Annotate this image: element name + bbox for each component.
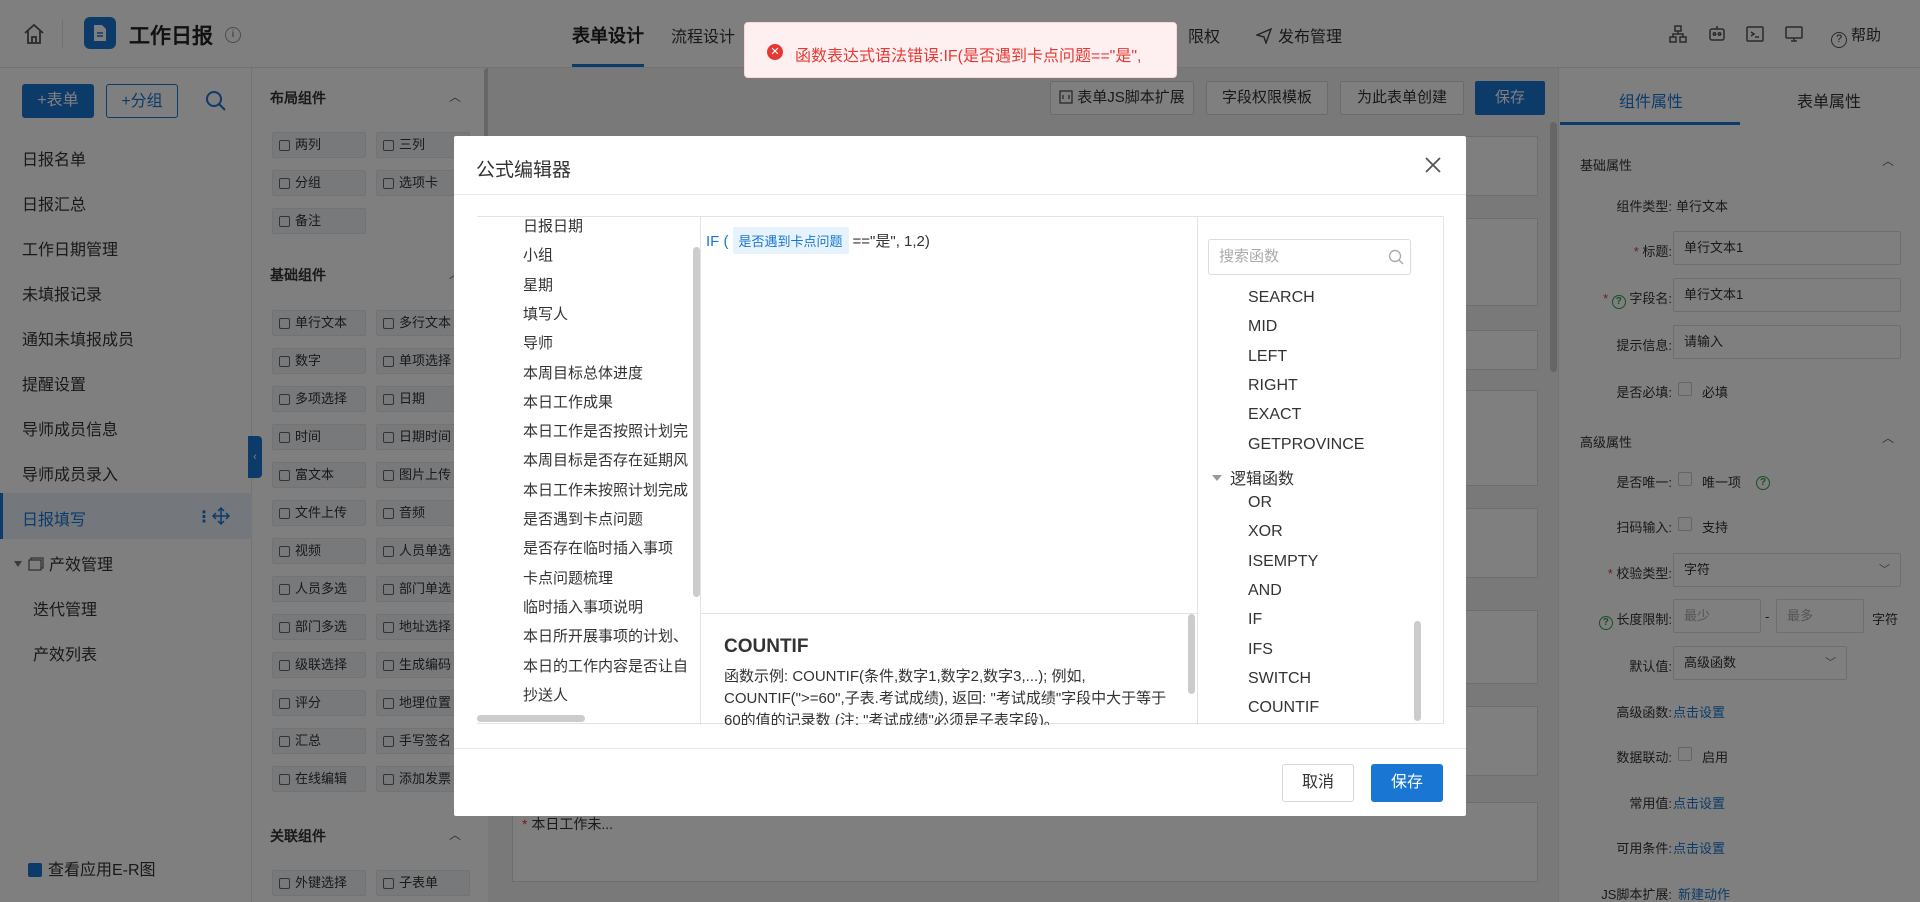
function-item[interactable]: OR [1248,494,1272,512]
field-list-item[interactable]: 填写人 [523,303,568,324]
function-item[interactable]: ISEMPTY [1248,553,1318,571]
formula-function: IF [706,233,720,250]
field-list-item[interactable]: 星期 [523,274,553,295]
field-list-item[interactable]: 临时插入事项说明 [523,596,643,617]
field-list-item[interactable]: 本日所开展事项的计划、 [523,625,688,646]
modal-title: 公式编辑器 [476,160,572,181]
field-list-vscroll[interactable] [693,247,700,597]
function-item[interactable]: COUNTIF [1248,699,1319,717]
toast-message: 函数表达式语法错误:IF(是否遇到卡点问题=="是", [795,48,1142,65]
field-list-item[interactable]: 小组 [523,244,553,265]
function-scrollbar[interactable] [1414,621,1421,721]
function-item[interactable]: GETPROVINCE [1248,436,1364,454]
function-item[interactable]: IFS [1248,641,1273,659]
function-panel: 搜索函数 SEARCH MID LEFT RIGHT EXACT GETPROVINCE 逻… [1197,217,1444,725]
function-item[interactable]: AND [1248,582,1282,600]
field-list-item[interactable]: 卡点问题梳理 [523,567,613,588]
function-search-input[interactable]: 搜索函数 [1208,239,1411,275]
field-list-item[interactable]: 本周目标总体进度 [523,362,643,383]
field-list-item[interactable]: 本日工作是否按照计划完 [523,420,688,441]
save-button[interactable]: 保存 [1371,764,1443,802]
function-item[interactable]: EXACT [1248,406,1301,424]
doc-scrollbar[interactable] [1188,614,1195,694]
doc-title: COUNTIF [724,636,809,657]
formula-input[interactable]: IF (是否遇到卡点问题 =="是", 1,2) [701,217,1197,614]
modal-divider [454,194,1466,195]
field-list-item[interactable]: 是否遇到卡点问题 [523,508,643,529]
field-list: 日报日期小组星期填写人导师本周目标总体进度 本日工作成果本日工作是否按照计划完 本周… [477,217,701,725]
function-item[interactable]: SWITCH [1248,670,1311,688]
modal-footer-divider [454,748,1466,749]
field-list-hscroll[interactable] [477,715,585,722]
function-item[interactable]: LEFT [1248,348,1287,366]
cancel-button[interactable]: 取消 [1282,764,1354,802]
function-group-label: 逻辑函数 [1230,470,1295,488]
formula-rest: =="是", 1,2) [852,233,930,250]
function-item[interactable]: XOR [1248,523,1283,541]
search-icon [1388,249,1404,265]
field-list-item[interactable]: 导师 [523,332,553,353]
field-list-item[interactable]: 日报日期 [523,217,583,236]
formula-editor-modal: 公式编辑器 日报日期小组星期填写人导师本周目标总体进度 本日工作成果本日工作是否按… [454,136,1466,816]
function-item[interactable]: IF [1248,611,1262,629]
doc-text: 函数示例: COUNTIF(条件,数字1,数字2,数字3,...); 例如, C… [724,668,1167,725]
function-search-placeholder: 搜索函数 [1219,248,1280,265]
function-doc-panel: COUNTIF 函数示例: COUNTIF(条件,数字1,数字2,数字3,...… [701,614,1197,725]
field-list-item[interactable]: 本日工作成果 [523,391,613,412]
error-icon: ✕ [767,44,783,60]
formula-field-tag[interactable]: 是否遇到卡点问题 [732,227,849,254]
close-icon[interactable] [1422,154,1444,176]
function-item[interactable]: MID [1248,318,1277,336]
error-toast: ✕ 函数表达式语法错误:IF(是否遇到卡点问题=="是", [744,22,1177,78]
field-list-item[interactable]: 本周目标是否存在延期风 [523,449,688,470]
function-group-logic[interactable]: 逻辑函数 [1212,465,1294,489]
field-list-item[interactable]: 本日工作未按照计划完成 [523,479,688,500]
function-item[interactable]: RIGHT [1248,377,1298,395]
formula-expression: IF (是否遇到卡点问题 =="是", 1,2) [706,227,930,254]
formula-paren: ( [723,233,729,250]
field-list-item[interactable]: 抄送人 [523,684,568,705]
formula-editor-body: 日报日期小组星期填写人导师本周目标总体进度 本日工作成果本日工作是否按照计划完 本周… [477,216,1444,725]
function-item[interactable]: SEARCH [1248,289,1315,307]
caret-down-icon [1212,474,1222,481]
field-list-item[interactable]: 是否存在临时插入事项 [523,537,673,558]
field-list-item[interactable]: 本日的工作内容是否让自 [523,655,688,676]
